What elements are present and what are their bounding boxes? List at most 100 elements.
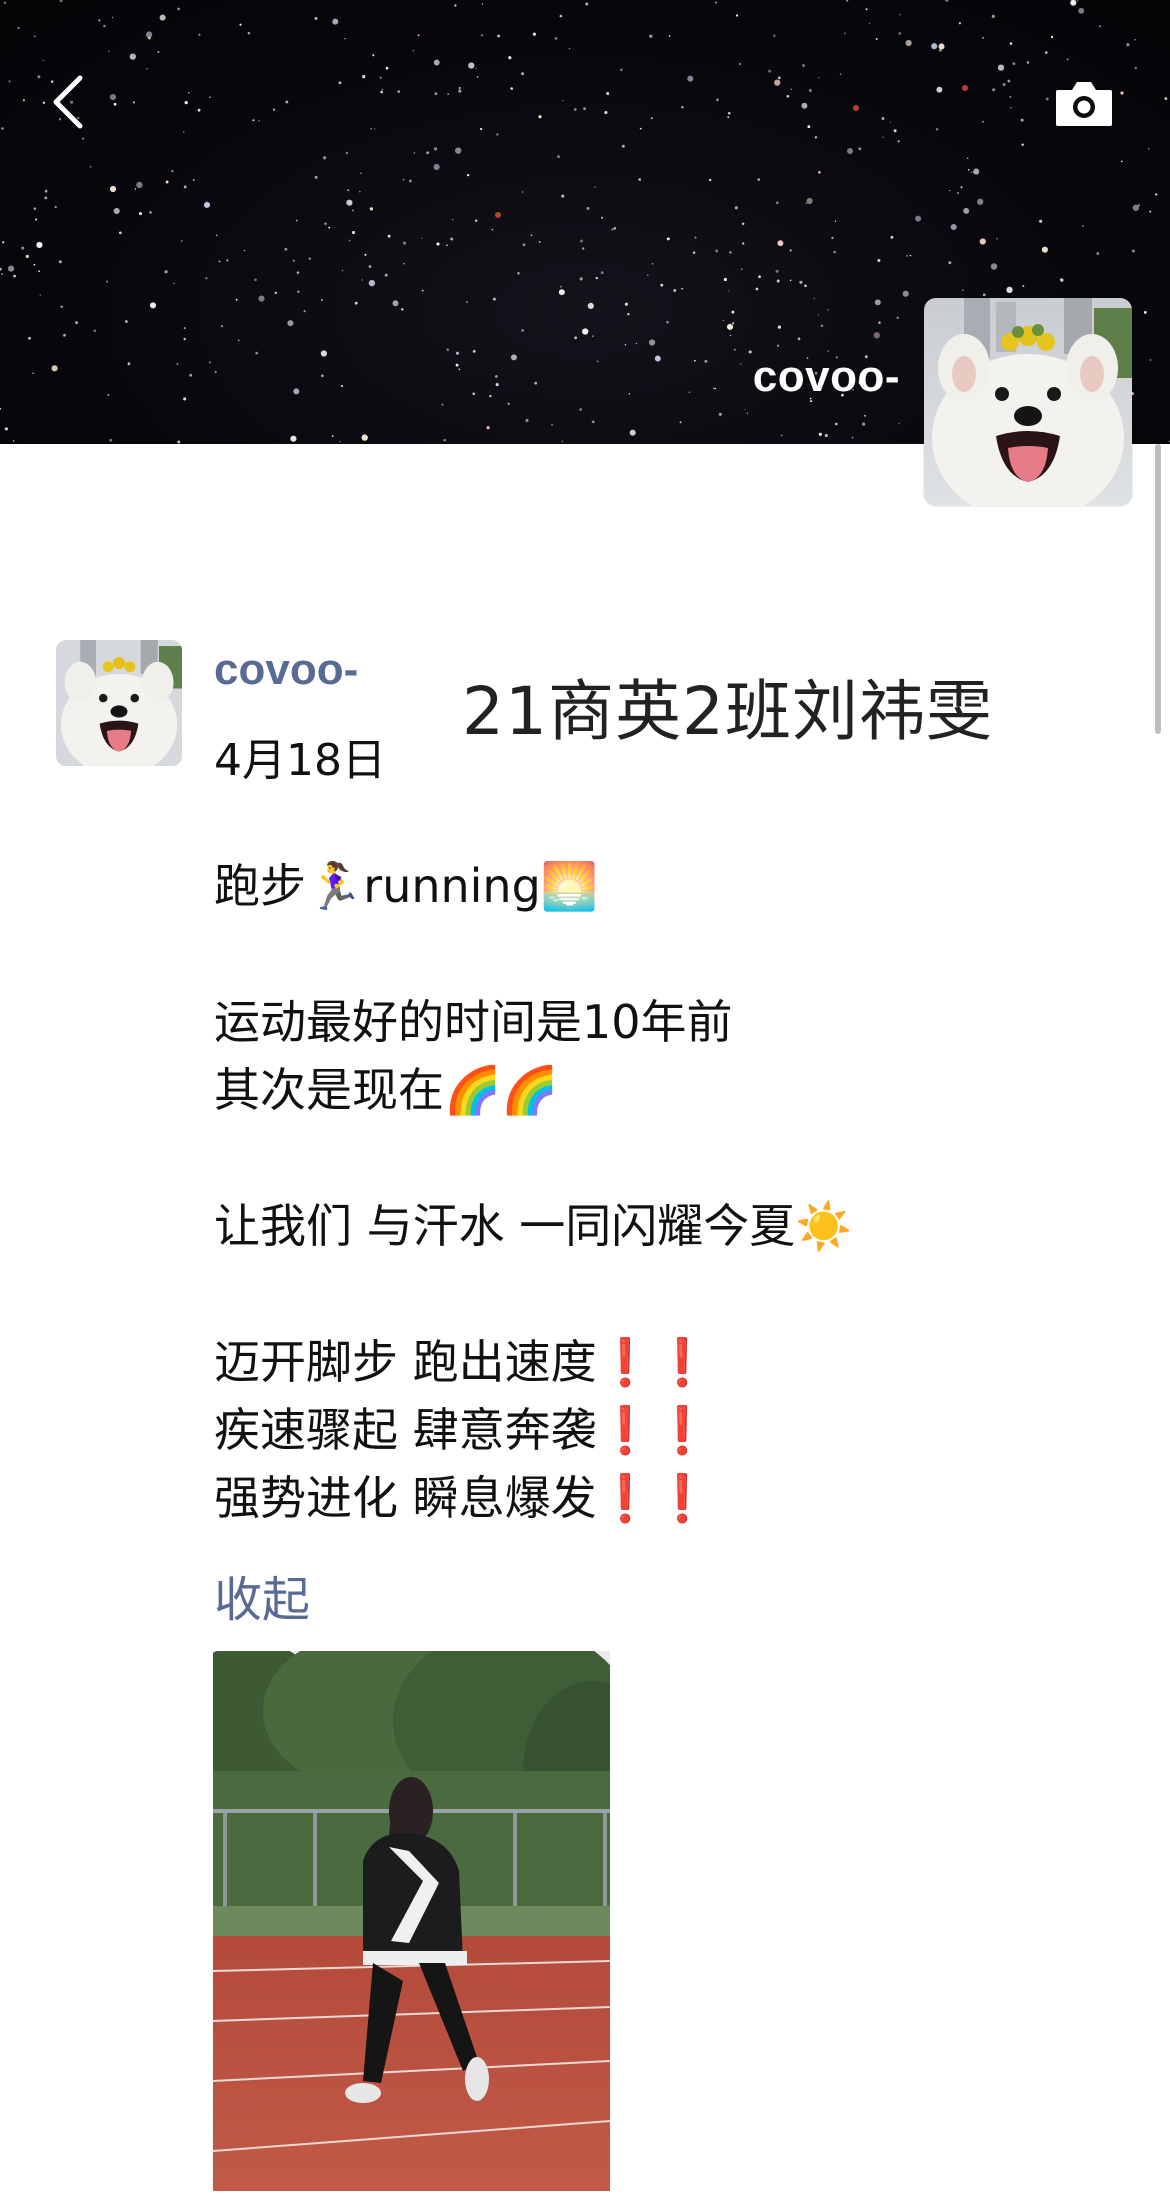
star [606,92,610,95]
star [235,298,238,301]
star [472,392,475,396]
post-title-overlay: 21商英2班刘祎雯 [462,673,993,750]
star [557,155,560,159]
star [352,231,355,234]
star [704,359,708,363]
star [409,179,412,183]
star [768,69,772,73]
star [982,293,986,297]
star [177,440,181,444]
post-photo[interactable] [213,1651,610,2191]
star [977,198,984,205]
star [687,75,694,82]
star [481,34,484,37]
cover-username[interactable]: covoo- [753,352,900,402]
star [2,241,5,244]
star [379,76,382,79]
star [392,300,399,307]
star [42,59,44,62]
star [35,218,38,221]
star [666,237,670,241]
star [1078,7,1085,14]
star [184,101,188,105]
star [136,181,143,189]
star [1076,0,1079,2]
star [364,253,367,256]
star [561,194,565,198]
star [1134,66,1138,70]
star [970,171,973,174]
camera-icon [1056,82,1112,126]
star [728,290,730,292]
star [107,394,110,396]
star [1045,51,1048,54]
star [996,238,998,240]
star [1010,106,1012,109]
collapse-link[interactable]: 收起 [214,1560,310,1630]
star [673,288,677,293]
star [339,441,341,443]
camera-button[interactable] [1052,76,1116,130]
star [936,86,943,93]
star [864,414,866,417]
star [776,201,779,204]
star [775,269,779,273]
star [51,365,58,372]
star [858,147,862,151]
star [1002,83,1006,86]
star [1070,0,1077,6]
star [525,418,529,423]
star [296,271,300,274]
star [679,421,682,424]
star [214,371,217,373]
post-line: 强势进化 瞬息爆发❗❗ [214,1471,712,1525]
star [521,191,524,193]
star [731,310,735,314]
star [1026,61,1030,64]
star [847,148,853,154]
post-date: 4月18日 [214,735,386,786]
star [455,363,459,367]
star [433,163,440,170]
star [748,350,752,354]
post-avatar[interactable] [56,640,182,766]
back-button[interactable] [40,70,96,134]
scrollbar[interactable] [1155,444,1161,734]
star [1045,97,1049,101]
star [807,125,811,129]
star [220,324,224,328]
star [627,312,630,316]
star [183,327,186,330]
star [32,372,34,375]
star [881,116,885,121]
star [991,14,995,18]
star [247,32,250,35]
star [731,322,735,325]
star [475,219,478,222]
post-username[interactable]: covoo- [214,645,358,695]
star [1120,160,1123,163]
star [799,280,803,284]
star [384,273,388,277]
star [834,220,837,222]
star [982,120,985,123]
star [997,64,1005,71]
star [774,79,781,86]
profile-avatar[interactable] [924,298,1132,506]
star [369,207,374,211]
star [882,136,884,138]
star [467,173,470,177]
exclamation-icon: ❗ [653,1403,712,1457]
star [681,106,684,109]
star [285,100,289,104]
star [949,189,951,192]
star [274,291,277,295]
star [648,339,656,346]
star [402,178,405,181]
star [777,325,782,329]
star [254,278,257,282]
star [295,219,298,222]
star [109,93,117,101]
star [958,22,962,25]
star [521,72,524,76]
